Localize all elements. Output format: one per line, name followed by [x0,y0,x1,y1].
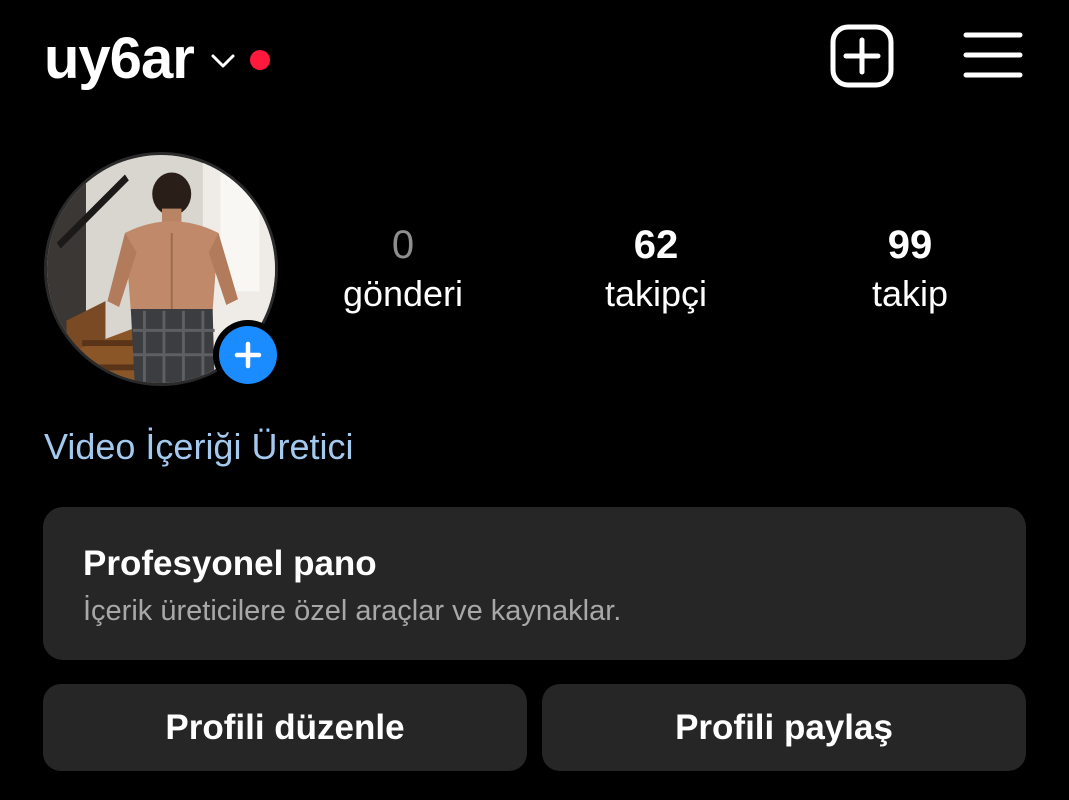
followers-label: takipçi [604,273,708,314]
profile-header: uy6ar [0,0,1069,120]
following-label: takip [871,273,949,314]
posts-count: 0 [391,223,415,267]
professional-dashboard-card[interactable]: Profesyonel pano İçerik üreticilere özel… [43,507,1026,660]
posts-stat[interactable]: 0 gönderi [303,222,503,320]
plus-square-icon[interactable] [830,24,894,88]
username: uy6ar [44,26,195,91]
chevron-down-icon [211,54,235,68]
plus-circle-icon [219,326,277,384]
posts-label: gönderi [342,273,464,314]
followers-stat[interactable]: 62 takipçi [556,222,756,320]
professional-dashboard-title: Profesyonel pano [83,544,377,583]
hamburger-menu-icon[interactable] [962,30,1024,80]
account-switcher[interactable]: uy6ar [44,24,270,94]
following-stat[interactable]: 99 takip [810,222,1010,320]
profile-page: uy6ar 0 gönderi 62 takipçi 99 takip Vide… [0,0,1069,800]
professional-dashboard-subtitle: İçerik üreticilere özel araçlar ve kayna… [83,595,622,627]
following-count: 99 [887,223,933,267]
edit-profile-button[interactable]: Profili düzenle [43,684,527,771]
followers-count: 62 [633,223,679,267]
share-profile-button[interactable]: Profili paylaş [542,684,1026,771]
notification-dot [249,50,270,70]
profile-category: Video İçeriği Üretici [44,426,354,467]
add-story-button[interactable] [213,320,283,390]
